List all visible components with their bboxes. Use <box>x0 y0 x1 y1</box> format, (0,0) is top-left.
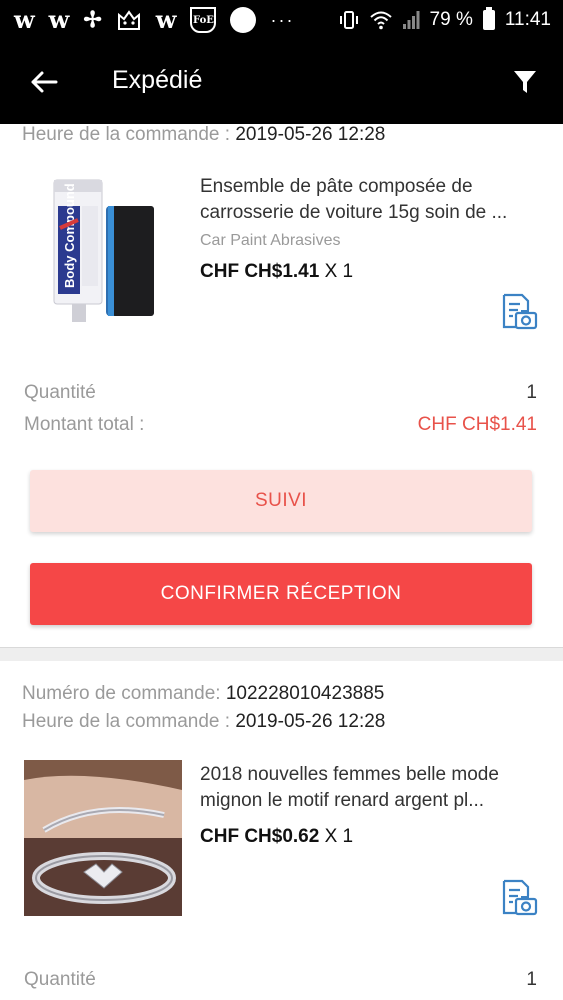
app-w-icon: w <box>14 5 35 34</box>
order-time: Heure de la commande : 2019-05-26 12:28 <box>22 124 385 146</box>
app-w-icon: w <box>48 5 70 34</box>
product-price: CHF CH$1.41 X 1 <box>200 261 353 283</box>
more-notifications-icon: ··· <box>270 9 295 30</box>
product-title[interactable]: 2018 nouvelles femmes belle mode mignon … <box>200 762 540 814</box>
order-time-label: Heure de la commande : <box>22 711 231 732</box>
battery-percentage: 79 % <box>429 9 473 30</box>
body-compound-label: Body Compound <box>62 183 77 288</box>
confirm-reception-button[interactable]: CONFIRMER RÉCEPTION <box>30 563 532 625</box>
circle-notification-icon <box>230 7 257 33</box>
silver-bracelet-image <box>24 760 182 916</box>
foe-icon: FoE <box>190 7 217 33</box>
order-number: Numéro de commande: 102228010423885 <box>22 683 384 705</box>
quantity-value: 1 <box>526 382 537 403</box>
order-time: Heure de la commande : 2019-05-26 12:28 <box>22 711 385 733</box>
arrow-left-icon <box>31 71 58 93</box>
order-number-value: 102228010423885 <box>225 683 385 704</box>
pinwheel-icon: ✢ <box>83 7 102 33</box>
product-title-line: mignon le motif renard argent pl... <box>200 790 485 811</box>
product-title-line: Ensemble de pâte composée de <box>200 176 473 197</box>
order-time-label: Heure de la commande : <box>22 124 231 145</box>
product-category: Car Paint Abrasives <box>200 232 341 249</box>
document-camera-icon <box>502 879 538 916</box>
order-time-value: 2019-05-26 12:28 <box>235 124 386 145</box>
photo-review-button[interactable] <box>498 878 538 918</box>
filter-funnel-icon <box>514 71 536 93</box>
status-bar: w w ✢ w FoE ··· 79 % 11:41 <box>0 0 563 40</box>
order-time-value: 2019-05-26 12:28 <box>235 711 386 732</box>
order-number-label: Numéro de commande: <box>22 683 221 704</box>
price-value: CHF CH$0.62 <box>200 826 320 847</box>
product-thumbnail[interactable]: Body Compound <box>24 170 184 330</box>
quantity-value: 1 <box>526 969 537 990</box>
back-button[interactable] <box>22 62 66 102</box>
product-price: CHF CH$0.62 X 1 <box>200 826 353 848</box>
quantity-label: Quantité <box>24 969 96 990</box>
track-button[interactable]: SUIVI <box>30 470 532 532</box>
system-status: 79 % 11:41 <box>338 5 551 35</box>
body-compound-image: Body Compound <box>24 170 184 330</box>
cat-icon <box>117 10 140 30</box>
vibrate-icon <box>339 11 358 29</box>
wifi-icon <box>369 11 392 30</box>
document-camera-icon <box>502 293 538 330</box>
product-thumbnail[interactable] <box>24 760 182 916</box>
battery-icon <box>482 7 495 30</box>
notification-icons: w w ✢ w FoE ··· <box>14 5 294 35</box>
product-title[interactable]: Ensemble de pâte composée de carrosserie… <box>200 174 540 226</box>
filter-button[interactable] <box>505 62 545 102</box>
photo-review-button[interactable] <box>498 292 538 332</box>
app-bar: Expédié <box>0 40 563 124</box>
quantity-label: Quantité <box>24 382 96 403</box>
price-value: CHF CH$1.41 <box>200 261 320 282</box>
signal-icon <box>402 11 420 29</box>
total-amount-label: Montant total : <box>24 414 145 435</box>
total-amount-value: CHF CH$1.41 <box>417 414 537 435</box>
product-title-line: 2018 nouvelles femmes belle mode <box>200 764 499 785</box>
quantity-multiplier: X 1 <box>324 826 354 847</box>
order-divider <box>0 647 563 661</box>
quantity-multiplier: X 1 <box>324 261 354 282</box>
page-title: Expédié <box>112 66 203 94</box>
clock: 11:41 <box>504 9 551 30</box>
app-w-icon: w <box>155 5 177 34</box>
product-title-line: carrosserie de voiture 15g soin de ... <box>200 202 508 223</box>
